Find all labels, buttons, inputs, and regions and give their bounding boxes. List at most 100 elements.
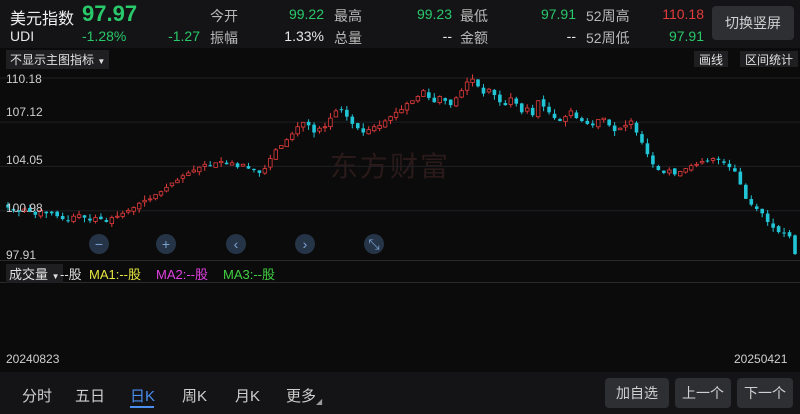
candle (612, 122, 617, 136)
candle (131, 206, 136, 216)
candle (640, 130, 644, 145)
candle (393, 107, 399, 121)
volume-unit: --股 (60, 267, 82, 282)
volume-label: 成交量 (9, 267, 49, 282)
candle (333, 108, 339, 118)
x-start-date: 20240823 (6, 352, 60, 366)
candle (744, 183, 748, 199)
candle (399, 105, 404, 114)
candle (628, 118, 634, 130)
y-tick-label: 104.05 (6, 153, 43, 167)
stat-value: 97.91 (668, 28, 704, 44)
change-percent: -1.28% (82, 28, 127, 44)
range-stats-button[interactable]: 区间统计 (740, 51, 799, 67)
candle (350, 114, 355, 129)
candle (322, 122, 328, 133)
chevron-down-icon: ▼ (97, 57, 106, 66)
candle (252, 168, 256, 173)
plus-icon[interactable]: + (156, 234, 176, 254)
minus-icon[interactable]: − (89, 234, 109, 254)
index-code: UDI (10, 28, 35, 44)
candle (552, 109, 557, 120)
volume-dropdown[interactable]: 成交量 ▼ (6, 264, 63, 283)
chevron-right-icon[interactable]: › (295, 234, 315, 254)
collapse-icon[interactable]: ⤡ (364, 234, 384, 254)
candle (486, 87, 492, 94)
candle (153, 194, 158, 201)
candle (224, 160, 229, 165)
candlestick-chart[interactable] (0, 68, 800, 262)
chevron-left-icon[interactable]: ‹ (226, 234, 246, 254)
candle (371, 124, 377, 133)
candle (563, 114, 568, 127)
candle (672, 167, 677, 177)
candle (443, 97, 448, 105)
ma3-label: MA3:--股 (223, 267, 276, 282)
candle (175, 177, 180, 184)
candle (300, 121, 306, 132)
candle (104, 217, 109, 223)
candle (427, 88, 431, 101)
add-watchlist-button[interactable]: 加自选 (605, 378, 669, 408)
stat-value: -- (566, 28, 576, 44)
candle (120, 210, 125, 219)
candle (49, 211, 54, 216)
candle (147, 195, 153, 203)
tab-weekly-k[interactable]: 周K (182, 385, 207, 406)
candle (481, 84, 486, 97)
candle (142, 195, 147, 207)
candle (60, 212, 65, 221)
candle (656, 164, 661, 171)
candle (44, 211, 49, 219)
tab-monthly-k[interactable]: 月K (235, 385, 260, 406)
indicator-dropdown[interactable]: 不显示主图指标 ▼ (6, 50, 110, 69)
candle (607, 119, 611, 127)
x-end-date: 20250421 (734, 352, 788, 366)
tab-minute[interactable]: 分时 (22, 385, 52, 406)
candle (585, 118, 590, 125)
candle (776, 225, 781, 234)
candle (279, 145, 284, 149)
candle (498, 90, 502, 106)
candle (421, 89, 426, 97)
candle (66, 215, 70, 223)
candle (448, 99, 453, 108)
switch-portrait-button[interactable]: 切换竖屏 (712, 6, 794, 40)
candle (651, 152, 655, 168)
candle (705, 158, 710, 163)
candle (328, 113, 333, 130)
stat-value: 99.23 (416, 6, 452, 22)
active-tab-indicator (130, 406, 154, 408)
candle (492, 89, 497, 100)
candle (771, 218, 775, 232)
candle (312, 122, 316, 138)
candle (535, 100, 541, 119)
candle (437, 95, 442, 105)
candle (464, 77, 470, 96)
divider (0, 260, 800, 261)
prev-button[interactable]: 上一个 (675, 378, 731, 408)
candle (541, 95, 546, 112)
candle (662, 170, 666, 175)
candle (432, 93, 437, 103)
candle (722, 158, 726, 165)
candle (404, 101, 410, 115)
candle (716, 156, 721, 165)
next-button[interactable]: 下一个 (737, 378, 793, 408)
candle (710, 157, 716, 164)
candle (99, 213, 103, 220)
tab-more[interactable]: 更多 (286, 385, 316, 406)
candle (530, 104, 535, 118)
candle (514, 96, 519, 107)
tab-daily-k[interactable]: 日K (130, 385, 155, 406)
last-price: 97.97 (82, 1, 138, 26)
draw-line-button[interactable]: 画线 (694, 51, 729, 67)
candle (71, 213, 76, 224)
stat-label: 振幅 (210, 30, 238, 46)
candle (580, 116, 584, 123)
candle (306, 119, 311, 130)
candle (93, 214, 98, 224)
tab-five-day[interactable]: 五日 (75, 385, 105, 406)
y-tick-label: 110.18 (6, 72, 42, 86)
candle (727, 159, 732, 171)
